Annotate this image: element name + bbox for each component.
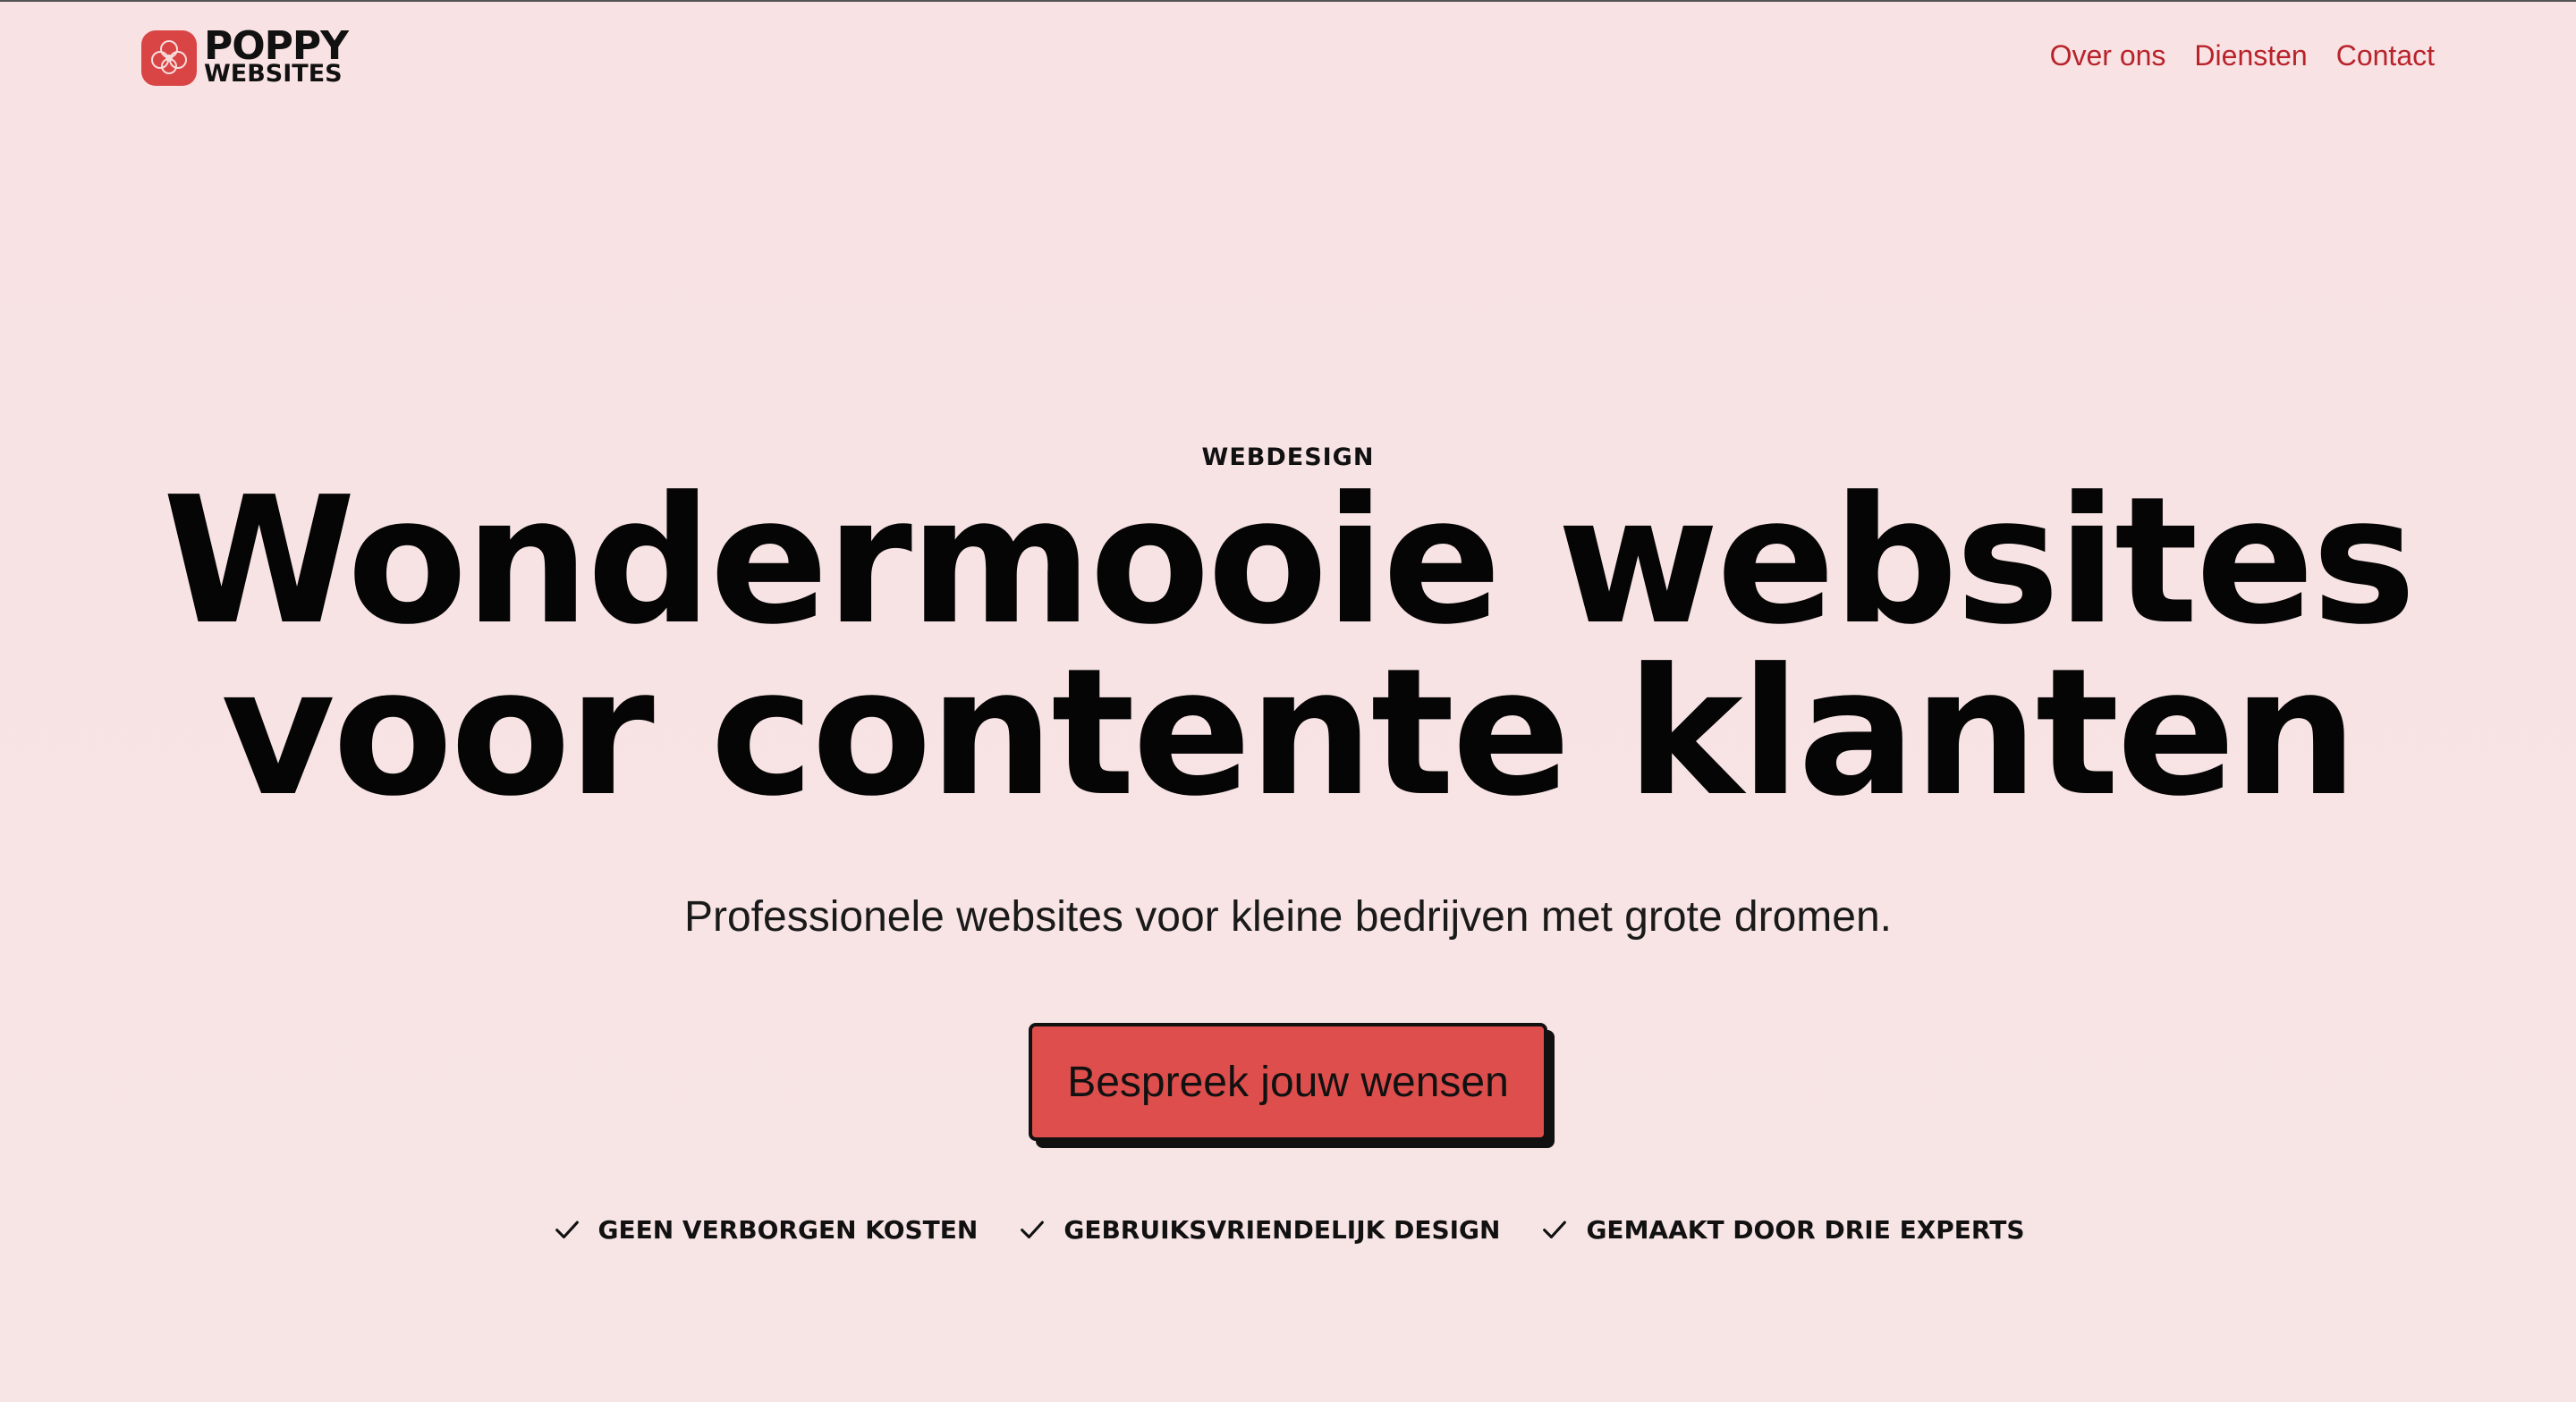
site-header: POPPY WEBSITES Over ons Diensten Contact [0,2,2576,118]
nav-link-contact[interactable]: Contact [2336,39,2435,72]
usp-label: GEBRUIKSVRIENDELIJK DESIGN [1063,1214,1501,1245]
poppy-flower-icon [141,30,197,86]
hero-subline: Professionele websites voor kleine bedri… [683,893,1893,941]
cta-button[interactable]: Bespreek jouw wensen [1029,1023,1547,1141]
usp-item: GEMAAKT DOOR DRIE EXPERTS [1539,1214,2025,1245]
hero-headline: Wondermooie websites voor contente klant… [0,460,2576,835]
usp-item: GEBRUIKSVRIENDELIJK DESIGN [1017,1214,1500,1245]
nav-link-over-ons[interactable]: Over ons [2050,39,2166,72]
usp-label: GEMAAKT DOOR DRIE EXPERTS [1586,1214,2025,1245]
nav-link-diensten[interactable]: Diensten [2194,39,2307,72]
hero-headline-line1: Wondermooie websites [162,460,2417,663]
usp-list: GEEN VERBORGEN KOSTEN GEBRUIKSVRIENDELIJ… [0,1214,2576,1245]
brand-wordmark: POPPY WEBSITES [204,23,349,88]
brand-name-line1: POPPY [204,23,349,69]
cta-container: Bespreek jouw wensen [0,1023,2576,1141]
check-icon [1021,1220,1045,1239]
check-icon [555,1220,579,1239]
logo-link[interactable]: POPPY WEBSITES [141,23,349,88]
main-nav: Over ons Diensten Contact [2050,39,2435,72]
hero-headline-line2: voor contente klanten [221,631,2358,835]
usp-label: GEEN VERBORGEN KOSTEN [597,1214,979,1245]
brand-name-line2: WEBSITES [204,60,343,88]
usp-item: GEEN VERBORGEN KOSTEN [552,1214,979,1245]
check-icon [1543,1220,1567,1239]
